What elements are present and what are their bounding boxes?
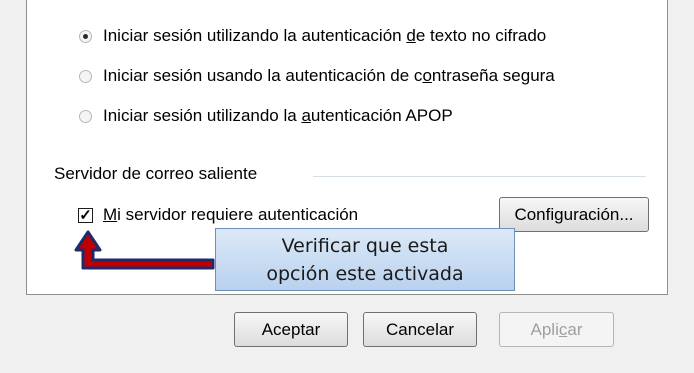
callout-line-2: opción este activada <box>266 262 464 285</box>
instruction-callout: Verificar que esta opción este activada <box>215 228 515 291</box>
annotation-arrow-icon <box>74 230 215 270</box>
account-properties-dialog: Iniciar sesión utilizando la autenticaci… <box>0 0 694 373</box>
callout-line-1: Verificar que esta <box>281 234 449 257</box>
